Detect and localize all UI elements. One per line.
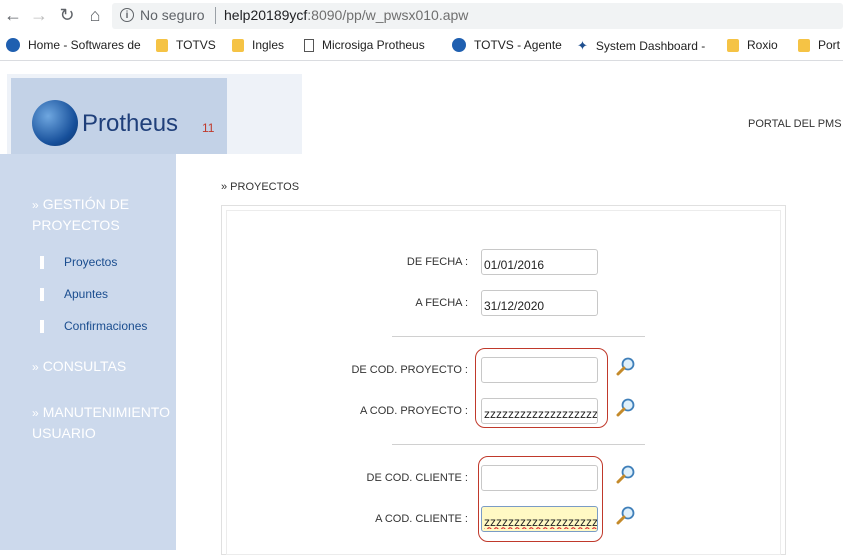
- de-proyecto-input[interactable]: [481, 357, 598, 383]
- sidebar-item-apuntes[interactable]: Apuntes: [40, 287, 108, 301]
- sidebar-item-label: Confirmaciones: [64, 319, 148, 333]
- de-fecha-label: DE FECHA :: [406, 256, 468, 268]
- de-fecha-input[interactable]: [481, 249, 598, 275]
- sidebar-item-proyectos[interactable]: Proyectos: [40, 255, 117, 269]
- de-proyecto-label: DE COD. PROYECTO :: [351, 364, 468, 376]
- item-marker: [40, 319, 44, 333]
- bookmark-home-softwares[interactable]: Home - Softwares de: [6, 38, 141, 52]
- bookmark-label: Home - Softwares de: [28, 38, 141, 52]
- search-icon[interactable]: [616, 397, 636, 417]
- section-bullet-icon: »: [32, 198, 39, 212]
- bookmark-label: Port: [818, 38, 841, 52]
- sidebar-section-gestion[interactable]: » GESTIÓN DE PROYECTOS: [32, 194, 182, 235]
- page-icon: [304, 38, 314, 52]
- de-cliente-input[interactable]: [481, 465, 598, 491]
- divider: [392, 444, 645, 445]
- search-icon[interactable]: [616, 464, 636, 484]
- item-marker: [40, 287, 44, 301]
- bookmark-label: TOTVS - Agente: [474, 38, 562, 52]
- logo-text: Protheus: [82, 110, 179, 137]
- a-cliente-label: A COD. CLIENTE :: [375, 513, 468, 525]
- back-icon[interactable]: ←: [2, 4, 24, 26]
- bookmark-label: Microsiga Protheus: [322, 38, 425, 52]
- a-cliente-input[interactable]: [481, 506, 598, 532]
- bookmarks-bar: Home - Softwares de TOTVS Ingles Microsi…: [0, 32, 843, 61]
- browser-toolbar: ← → ↻ ⌂ i No seguro help20189ycf:8090/pp…: [0, 0, 843, 32]
- reload-icon[interactable]: ↻: [56, 4, 78, 26]
- section-label: CONSULTAS: [42, 358, 127, 374]
- logo-globe-icon: [32, 100, 78, 146]
- sidebar-item-confirmaciones[interactable]: Confirmaciones: [40, 319, 147, 333]
- search-icon[interactable]: [616, 505, 636, 525]
- section-label: MANUTENIMIENTO USUARIO: [32, 404, 170, 441]
- url-divider: [215, 7, 216, 24]
- bug-icon: ✦: [577, 38, 588, 53]
- section-bullet-icon: »: [32, 406, 39, 420]
- divider: [392, 336, 645, 337]
- folder-icon: [798, 38, 810, 52]
- a-fecha-label: A FECHA :: [415, 297, 468, 309]
- a-proyecto-label: A COD. PROYECTO :: [360, 405, 468, 417]
- globe-icon: [452, 38, 466, 52]
- url-path: :8090/pp/w_pwsx010.apw: [307, 7, 469, 23]
- address-bar[interactable]: [112, 3, 843, 29]
- folder-icon: [156, 38, 168, 52]
- a-proyecto-input[interactable]: [481, 398, 598, 424]
- bookmark-system-dashboard[interactable]: ✦ System Dashboard -: [577, 38, 705, 54]
- bookmark-roxio[interactable]: Roxio: [727, 38, 778, 52]
- a-fecha-input[interactable]: [481, 290, 598, 316]
- logo-version: 11: [202, 121, 215, 135]
- bookmark-ingles[interactable]: Ingles: [232, 38, 284, 52]
- item-marker: [40, 255, 44, 269]
- bookmark-label: System Dashboard -: [595, 39, 706, 53]
- bookmark-label: TOTVS: [176, 38, 216, 52]
- section-label: GESTIÓN DE PROYECTOS: [32, 196, 130, 233]
- sidebar-section-usuario[interactable]: » MANUTENIMIENTO USUARIO: [32, 402, 182, 443]
- breadcrumb: » PROYECTOS: [221, 181, 300, 193]
- bookmark-totvs[interactable]: TOTVS: [156, 38, 216, 52]
- forward-icon[interactable]: →: [28, 4, 50, 26]
- bookmark-totvs-agente[interactable]: TOTVS - Agente: [452, 38, 562, 52]
- section-bullet-icon: »: [32, 360, 39, 374]
- sidebar-item-label: Proyectos: [64, 255, 118, 269]
- globe-icon: [6, 38, 20, 52]
- sidebar-item-label: Apuntes: [64, 287, 109, 301]
- url-host: help20189ycf: [224, 7, 308, 23]
- security-status[interactable]: No seguro: [140, 7, 205, 23]
- info-icon[interactable]: i: [120, 8, 134, 22]
- home-icon[interactable]: ⌂: [84, 4, 106, 26]
- bookmark-label: Ingles: [252, 38, 285, 52]
- portal-title: PORTAL DEL PMS: [748, 118, 842, 130]
- bookmark-microsiga[interactable]: Microsiga Protheus: [304, 38, 425, 52]
- search-icon[interactable]: [616, 356, 636, 376]
- folder-icon: [727, 38, 739, 52]
- bookmark-label: Roxio: [747, 38, 778, 52]
- de-cliente-label: DE COD. CLIENTE :: [366, 472, 468, 484]
- sidebar-section-consultas[interactable]: » CONSULTAS: [32, 356, 182, 377]
- folder-icon: [232, 38, 244, 52]
- bookmark-port[interactable]: Port: [798, 38, 840, 52]
- url-text[interactable]: help20189ycf:8090/pp/w_pwsx010.apw: [224, 7, 468, 23]
